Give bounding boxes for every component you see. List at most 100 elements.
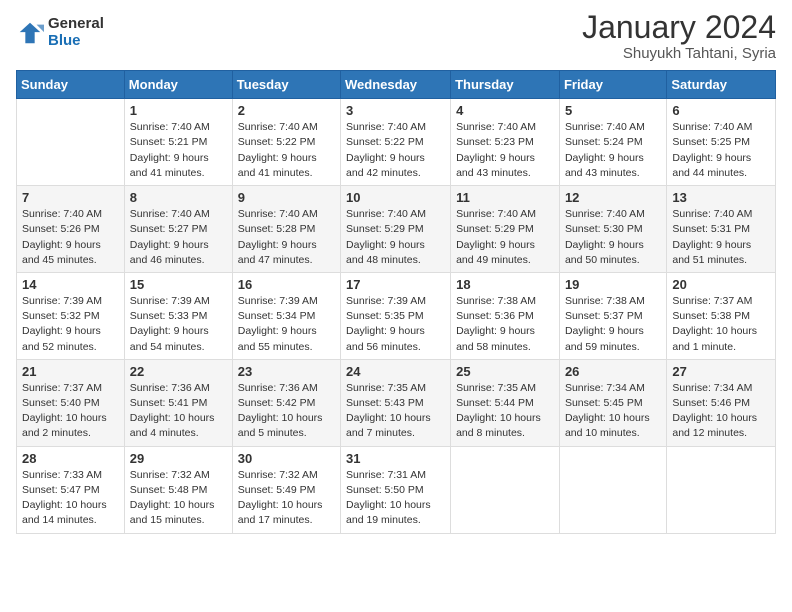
day-info: Sunrise: 7:36 AMSunset: 5:42 PMDaylight:… [238,381,335,442]
day-info: Sunrise: 7:34 AMSunset: 5:45 PMDaylight:… [565,381,661,442]
calendar-cell: 11 Sunrise: 7:40 AMSunset: 5:29 PMDayligh… [451,186,560,273]
day-number: 14 [22,277,119,292]
calendar-cell: 24Sunrise: 7:35 AMSunset: 5:43 PMDayligh… [341,359,451,446]
day-number: 28 [22,451,119,466]
day-number: 18 [456,277,554,292]
day-number: 27 [672,364,770,379]
month-title: January 2024 [582,10,776,45]
day-info: Sunrise: 7:40 AMSunset: 5:29 PMDaylight:… [346,207,445,268]
calendar-header-sunday: Sunday [17,71,125,99]
day-number: 19 [565,277,661,292]
day-info: Sunrise: 7:40 AMSunset: 5:29 PMDaylight:… [456,207,554,268]
day-info: Sunrise: 7:32 AMSunset: 5:48 PMDaylight:… [130,468,227,529]
day-number: 25 [456,364,554,379]
day-info: Sunrise: 7:38 AMSunset: 5:37 PMDaylight:… [565,294,661,355]
logo-icon [16,19,44,47]
calendar-week-row: 21 Sunrise: 7:37 AMSunset: 5:40 PMDayligh… [17,359,776,446]
day-info: Sunrise: 7:40 AMSunset: 5:23 PMDaylight:… [456,120,554,181]
day-info: Sunrise: 7:40 AMSunset: 5:26 PMDaylight:… [22,207,119,268]
calendar-cell: 4 Sunrise: 7:40 AMSunset: 5:23 PMDaylight… [451,99,560,186]
day-info: Sunrise: 7:40 AMSunset: 5:27 PMDaylight:… [130,207,227,268]
calendar-cell: 26 Sunrise: 7:34 AMSunset: 5:45 PMDayligh… [559,359,666,446]
day-number: 31 [346,451,445,466]
location-subtitle: Shuyukh Tahtani, Syria [582,45,776,62]
calendar-cell: 18 Sunrise: 7:38 AMSunset: 5:36 PMDayligh… [451,272,560,359]
calendar-cell: 20 Sunrise: 7:37 AMSunset: 5:38 PMDayligh… [667,272,776,359]
logo-general-text: General [48,16,104,33]
calendar-cell: 1 Sunrise: 7:40 AMSunset: 5:21 PMDaylight… [124,99,232,186]
logo: General Blue [16,16,104,49]
calendar-cell: 25Sunrise: 7:35 AMSunset: 5:44 PMDayligh… [451,359,560,446]
calendar-week-row: 7 Sunrise: 7:40 AMSunset: 5:26 PMDaylight… [17,186,776,273]
day-number: 21 [22,364,119,379]
calendar-cell: 16 Sunrise: 7:39 AMSunset: 5:34 PMDayligh… [232,272,340,359]
calendar-cell [559,446,666,533]
day-number: 3 [346,103,445,118]
calendar-cell: 8 Sunrise: 7:40 AMSunset: 5:27 PMDaylight… [124,186,232,273]
logo-blue-text: Blue [48,33,104,50]
day-info: Sunrise: 7:40 AMSunset: 5:22 PMDaylight:… [346,120,445,181]
day-info: Sunrise: 7:40 AMSunset: 5:22 PMDaylight:… [238,120,335,181]
calendar-cell: 6 Sunrise: 7:40 AMSunset: 5:25 PMDaylight… [667,99,776,186]
day-info: Sunrise: 7:40 AMSunset: 5:31 PMDaylight:… [672,207,770,268]
day-number: 22 [130,364,227,379]
calendar-header-friday: Friday [559,71,666,99]
day-info: Sunrise: 7:39 AMSunset: 5:32 PMDaylight:… [22,294,119,355]
calendar-header-wednesday: Wednesday [341,71,451,99]
day-number: 26 [565,364,661,379]
day-number: 2 [238,103,335,118]
calendar-cell: 27 Sunrise: 7:34 AMSunset: 5:46 PMDayligh… [667,359,776,446]
day-number: 6 [672,103,770,118]
title-section: January 2024 Shuyukh Tahtani, Syria [582,10,776,62]
calendar-cell: 7 Sunrise: 7:40 AMSunset: 5:26 PMDaylight… [17,186,125,273]
day-info: Sunrise: 7:37 AMSunset: 5:38 PMDaylight:… [672,294,770,355]
day-info: Sunrise: 7:40 AMSunset: 5:30 PMDaylight:… [565,207,661,268]
calendar-cell: 22 Sunrise: 7:36 AMSunset: 5:41 PMDayligh… [124,359,232,446]
day-number: 16 [238,277,335,292]
day-number: 20 [672,277,770,292]
calendar-cell: 13Sunrise: 7:40 AMSunset: 5:31 PMDayligh… [667,186,776,273]
day-info: Sunrise: 7:39 AMSunset: 5:34 PMDaylight:… [238,294,335,355]
day-info: Sunrise: 7:40 AMSunset: 5:21 PMDaylight:… [130,120,227,181]
calendar-header-row: SundayMondayTuesdayWednesdayThursdayFrid… [17,71,776,99]
calendar-cell: 31Sunrise: 7:31 AMSunset: 5:50 PMDayligh… [341,446,451,533]
day-number: 8 [130,190,227,205]
day-number: 24 [346,364,445,379]
day-info: Sunrise: 7:38 AMSunset: 5:36 PMDaylight:… [456,294,554,355]
day-info: Sunrise: 7:33 AMSunset: 5:47 PMDaylight:… [22,468,119,529]
calendar-cell: 15Sunrise: 7:39 AMSunset: 5:33 PMDayligh… [124,272,232,359]
calendar-cell: 28 Sunrise: 7:33 AMSunset: 5:47 PMDayligh… [17,446,125,533]
logo-text: General Blue [48,16,104,49]
day-number: 4 [456,103,554,118]
calendar-cell: 29Sunrise: 7:32 AMSunset: 5:48 PMDayligh… [124,446,232,533]
calendar-cell: 21 Sunrise: 7:37 AMSunset: 5:40 PMDayligh… [17,359,125,446]
calendar-header-monday: Monday [124,71,232,99]
day-number: 7 [22,190,119,205]
day-info: Sunrise: 7:39 AMSunset: 5:35 PMDaylight:… [346,294,445,355]
calendar-cell: 30Sunrise: 7:32 AMSunset: 5:49 PMDayligh… [232,446,340,533]
day-number: 10 [346,190,445,205]
calendar-cell: 12 Sunrise: 7:40 AMSunset: 5:30 PMDayligh… [559,186,666,273]
day-info: Sunrise: 7:34 AMSunset: 5:46 PMDaylight:… [672,381,770,442]
day-number: 30 [238,451,335,466]
day-number: 11 [456,190,554,205]
day-info: Sunrise: 7:40 AMSunset: 5:25 PMDaylight:… [672,120,770,181]
day-number: 5 [565,103,661,118]
calendar-cell [667,446,776,533]
day-number: 23 [238,364,335,379]
calendar-week-row: 14 Sunrise: 7:39 AMSunset: 5:32 PMDayligh… [17,272,776,359]
day-info: Sunrise: 7:37 AMSunset: 5:40 PMDaylight:… [22,381,119,442]
day-info: Sunrise: 7:36 AMSunset: 5:41 PMDaylight:… [130,381,227,442]
day-number: 1 [130,103,227,118]
calendar-cell [17,99,125,186]
day-number: 9 [238,190,335,205]
calendar-table: SundayMondayTuesdayWednesdayThursdayFrid… [16,70,776,533]
calendar-week-row: 28 Sunrise: 7:33 AMSunset: 5:47 PMDayligh… [17,446,776,533]
day-number: 12 [565,190,661,205]
calendar-header-tuesday: Tuesday [232,71,340,99]
calendar-cell: 3 Sunrise: 7:40 AMSunset: 5:22 PMDaylight… [341,99,451,186]
calendar-cell: 19 Sunrise: 7:38 AMSunset: 5:37 PMDayligh… [559,272,666,359]
calendar-cell: 2 Sunrise: 7:40 AMSunset: 5:22 PMDaylight… [232,99,340,186]
calendar-cell: 10 Sunrise: 7:40 AMSunset: 5:29 PMDayligh… [341,186,451,273]
day-number: 15 [130,277,227,292]
